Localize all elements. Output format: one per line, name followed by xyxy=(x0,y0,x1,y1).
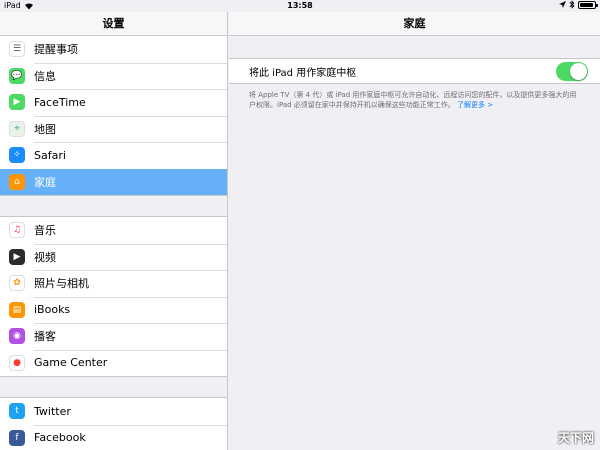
sidebar-item-home[interactable]: ⌂ 家庭 xyxy=(0,168,227,195)
location-arrow-icon xyxy=(559,1,566,8)
sidebar-item-maps[interactable]: ⌖ 地图 xyxy=(0,115,227,143)
ibooks-icon: ▤ xyxy=(9,301,25,318)
footer-description: 将 Apple TV（第 4 代）或 iPad 用作家庭中枢可允许自动化、远程访… xyxy=(249,91,577,109)
sidebar-item-label: 家庭 xyxy=(34,175,56,189)
sidebar-item-label: 地图 xyxy=(34,122,56,136)
sidebar-group: ♫ 音乐 ▶ 视频 ✿ 照片与相机 ▤ iBooks ◉ 播客 ● Game Center xyxy=(0,216,227,377)
videos-icon: ▶ xyxy=(9,248,25,265)
status-time: 13:58 xyxy=(287,1,313,10)
home-hub-toggle[interactable] xyxy=(556,61,588,81)
sidebar-item-podcasts[interactable]: ◉ 播客 xyxy=(0,323,227,350)
sidebar-item-label: 照片与相机 xyxy=(34,277,89,291)
sidebar-item-label: iBooks xyxy=(34,303,71,317)
sidebar-item-safari[interactable]: ✧ Safari xyxy=(0,142,227,169)
maps-icon: ⌖ xyxy=(9,120,25,137)
page-title: 家庭 xyxy=(229,12,600,36)
sidebar-item-label: Game Center xyxy=(34,356,108,370)
learn-more-link[interactable]: 了解更多 > xyxy=(457,101,493,109)
sidebar-item-game-center[interactable]: ● Game Center xyxy=(0,349,227,377)
messages-icon: 💬 xyxy=(9,67,25,84)
sidebar-item-facetime[interactable]: ▶ FaceTime xyxy=(0,89,227,116)
sidebar-item-label: 音乐 xyxy=(34,224,56,238)
sidebar-item-label: 信息 xyxy=(34,69,56,83)
facetime-icon: ▶ xyxy=(9,94,25,111)
toggle-knob xyxy=(570,62,587,80)
home-hub-footer: 将 Apple TV（第 4 代）或 iPad 用作家庭中枢可允许自动化、远程访… xyxy=(229,84,600,110)
sidebar-item-ibooks[interactable]: ▤ iBooks xyxy=(0,296,227,324)
sidebar-item-facebook[interactable]: f Facebook xyxy=(0,424,227,450)
sidebar-list: ☰ 提醒事项 💬 信息 ▶ FaceTime ⌖ 地图 ✧ Safari ⌂ 家庭 ♫ 音乐 ▶ 视频 ✿ 照片与… xyxy=(0,36,227,450)
battery-icon xyxy=(578,0,598,9)
twitter-icon: t xyxy=(9,403,25,420)
music-icon: ♫ xyxy=(9,222,25,239)
bluetooth-icon xyxy=(569,0,575,9)
reminders-icon: ☰ xyxy=(9,41,25,58)
sidebar-item-twitter[interactable]: t Twitter xyxy=(0,398,227,425)
safari-icon: ✧ xyxy=(9,147,25,164)
sidebar-item-photos[interactable]: ✿ 照片与相机 xyxy=(0,270,227,297)
sidebar-item-label: Safari xyxy=(34,148,66,162)
sidebar-item-label: 提醒事项 xyxy=(34,43,78,57)
photos-icon: ✿ xyxy=(9,275,25,292)
sidebar-item-label: 视频 xyxy=(34,250,56,264)
game-center-icon: ● xyxy=(9,354,25,371)
settings-sidebar: 设置 ☰ 提醒事项 💬 信息 ▶ FaceTime ⌖ 地图 ✧ Safari ⌂ 家庭 ♫ 音乐 ▶ 视频 ✿… xyxy=(0,12,228,450)
sidebar-title: 设置 xyxy=(0,12,227,36)
sidebar-group: ☰ 提醒事项 💬 信息 ▶ FaceTime ⌖ 地图 ✧ Safari ⌂ 家庭 xyxy=(0,36,227,196)
sidebar-item-messages[interactable]: 💬 信息 xyxy=(0,62,227,90)
home-icon: ⌂ xyxy=(9,173,25,190)
detail-pane: 家庭 将此 iPad 用作家庭中枢 将 Apple TV（第 4 代）或 iPa… xyxy=(229,12,600,450)
facebook-icon: f xyxy=(9,429,25,446)
sidebar-item-label: Facebook xyxy=(34,431,86,445)
sidebar-item-label: FaceTime xyxy=(34,95,86,109)
sidebar-item-label: 播客 xyxy=(34,330,56,344)
site-watermark: 天下网 xyxy=(557,431,594,445)
home-hub-setting-row: 将此 iPad 用作家庭中枢 xyxy=(229,58,600,84)
sidebar-item-label: Twitter xyxy=(34,404,71,418)
status-bar: iPad 13:58 xyxy=(0,0,600,12)
sidebar-item-reminders[interactable]: ☰ 提醒事项 xyxy=(0,36,227,63)
home-hub-setting-label: 将此 iPad 用作家庭中枢 xyxy=(249,67,357,79)
sidebar-group: t Twitter f Facebook xyxy=(0,397,227,450)
podcasts-icon: ◉ xyxy=(9,328,25,345)
sidebar-item-videos[interactable]: ▶ 视频 xyxy=(0,243,227,271)
sidebar-item-music[interactable]: ♫ 音乐 xyxy=(0,217,227,244)
